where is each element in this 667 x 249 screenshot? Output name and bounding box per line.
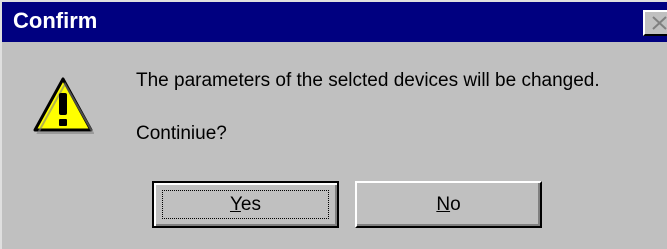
close-button[interactable] — [643, 10, 667, 36]
dialog-title: Confirm — [13, 8, 98, 33]
yes-mnemonic: Y — [229, 194, 241, 215]
warning-icon — [33, 77, 94, 134]
no-mnemonic: N — [436, 194, 451, 215]
no-button-label: No — [436, 183, 460, 226]
yes-button[interactable]: Yes — [152, 181, 339, 228]
dialog-message: The parameters of the selcted devices wi… — [136, 70, 600, 91]
no-label-rest: o — [450, 194, 461, 215]
no-button[interactable]: No — [355, 181, 542, 228]
yes-label-rest: es — [240, 194, 261, 215]
dialog-question: Continiue? — [136, 123, 227, 144]
close-icon — [652, 16, 667, 30]
title-bar[interactable]: Confirm — [2, 2, 667, 42]
confirm-dialog: Confirm The parameters of the selcted de… — [0, 0, 667, 249]
yes-button-label: Yes — [230, 183, 261, 226]
